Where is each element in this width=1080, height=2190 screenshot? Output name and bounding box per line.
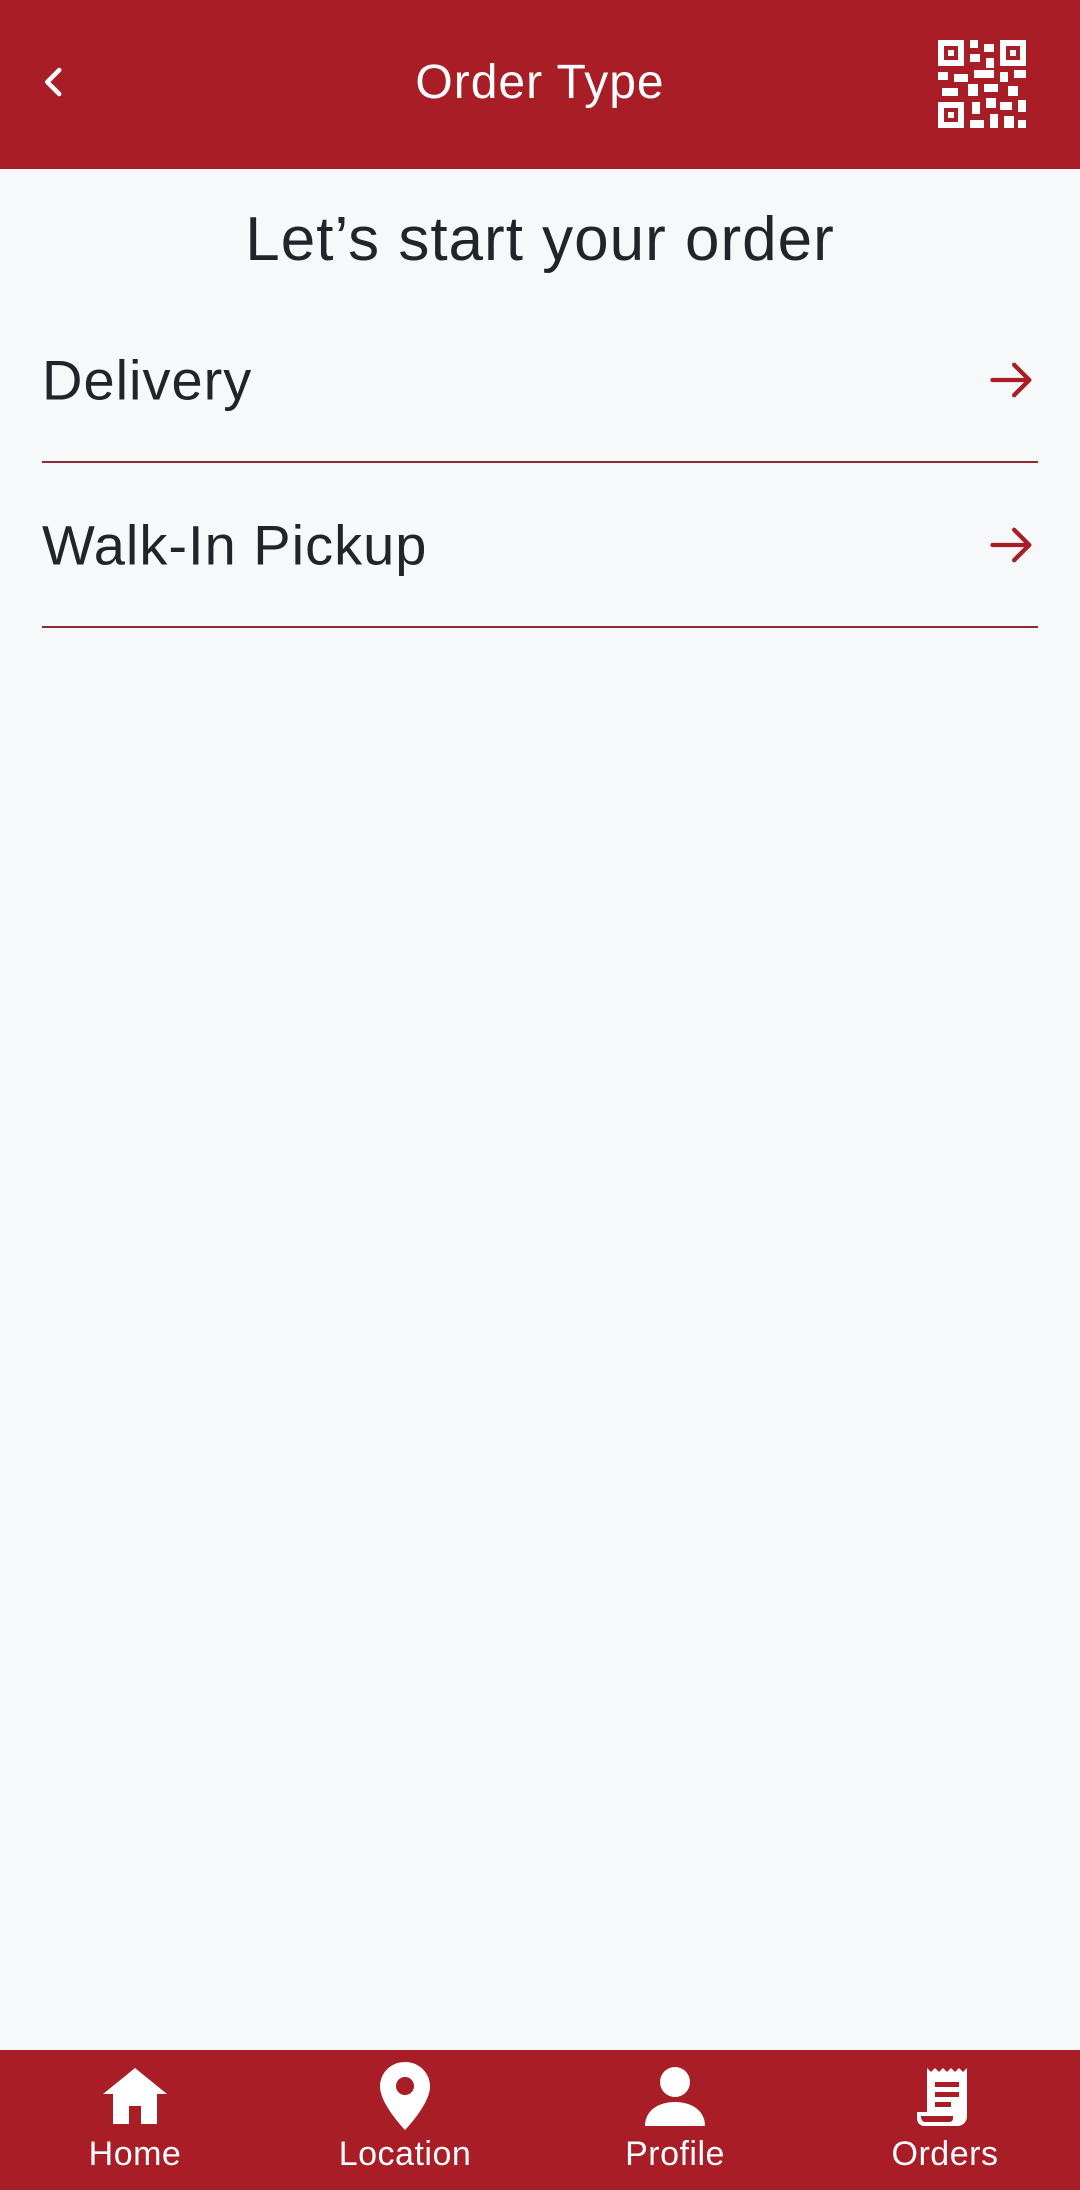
- bottom-navigation-bar: Home Location Profile Orders: [0, 2050, 1080, 2190]
- nav-item-orders[interactable]: Orders: [810, 2050, 1080, 2190]
- arrow-right-icon: [986, 519, 1038, 571]
- qr-code-icon: [938, 39, 1026, 133]
- walk-in-pickup-option[interactable]: Walk-In Pickup: [42, 463, 1038, 628]
- nav-item-home[interactable]: Home: [0, 2050, 270, 2190]
- nav-label-orders: Orders: [891, 2135, 999, 2173]
- person-icon: [639, 2060, 711, 2132]
- page-title: Order Type: [415, 56, 665, 109]
- nav-item-profile[interactable]: Profile: [540, 2050, 810, 2190]
- nav-label-home: Home: [88, 2135, 182, 2173]
- nav-label-profile: Profile: [625, 2135, 725, 2173]
- nav-label-location: Location: [338, 2135, 472, 2173]
- order-type-screen: Order Type Let’s start your order Delive…: [0, 0, 1080, 2190]
- delivery-option[interactable]: Delivery: [42, 298, 1038, 463]
- arrow-right-icon: [986, 354, 1038, 406]
- delivery-option-label: Delivery: [42, 348, 253, 411]
- nav-item-location[interactable]: Location: [270, 2050, 540, 2190]
- location-pin-icon: [369, 2060, 441, 2132]
- qr-code-button[interactable]: [930, 34, 1034, 138]
- top-app-bar: Order Type: [0, 0, 1080, 169]
- order-start-heading: Let’s start your order: [245, 205, 835, 274]
- receipt-icon: [909, 2060, 981, 2132]
- home-icon: [99, 2060, 171, 2132]
- walk-in-pickup-option-label: Walk-In Pickup: [42, 513, 428, 576]
